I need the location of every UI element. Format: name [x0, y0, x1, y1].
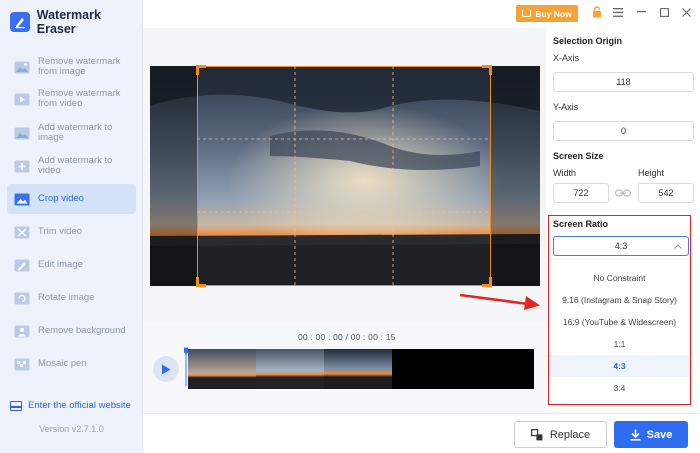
y-axis-input[interactable]: 0	[553, 121, 694, 141]
sidebar-item-label: Mosaic pen	[38, 358, 87, 369]
play-button[interactable]	[153, 356, 179, 382]
screen-ratio-select[interactable]: 4:3	[553, 236, 689, 256]
sidebar-item-remove-watermark-from-video[interactable]: Remove watermark from video	[7, 84, 136, 114]
red-arrow-annotation	[459, 293, 540, 310]
sidebar-item-label: Remove watermark from image	[38, 56, 121, 77]
sidebar-item-mosaic-pen[interactable]: Mosaic pen	[7, 349, 136, 379]
replace-icon	[530, 428, 543, 440]
sidebar-item-label: Edit image	[38, 259, 83, 270]
sidebar-item-label: Remove background	[38, 325, 126, 336]
sidebar-item-edit-image[interactable]: Edit image	[7, 250, 136, 280]
video-eraser-icon	[14, 93, 30, 106]
crop-video-icon	[14, 193, 30, 206]
mosaic-pen-icon	[14, 358, 30, 371]
sidebar-item-crop-video[interactable]: Crop video	[7, 184, 136, 214]
crop-handle-bottom-right[interactable]	[482, 277, 492, 287]
sidebar-item-label: Crop video	[38, 193, 84, 204]
official-website-label: Enter the official website	[28, 400, 131, 411]
timeline-thumbnail	[188, 349, 256, 389]
minimize-icon[interactable]	[634, 5, 648, 19]
brand: Watermark Eraser	[10, 8, 142, 36]
width-label: Width	[553, 168, 577, 178]
x-axis-label: X-Axis	[553, 53, 580, 63]
lock-icon[interactable]	[590, 5, 604, 19]
crop-grid	[197, 66, 491, 286]
sidebar-item-remove-watermark-from-image[interactable]: Remove watermark from image	[7, 52, 136, 82]
sidebar-item-trim-video[interactable]: Trim video	[7, 217, 136, 247]
sidebar-item-remove-background[interactable]: Remove background	[7, 316, 136, 346]
sidebar-item-label: Remove watermark from video	[38, 88, 121, 109]
sidebar-item-rotate-image[interactable]: Rotate image	[7, 283, 136, 313]
close-icon[interactable]	[679, 5, 693, 19]
sidebar-item-label: Rotate image	[38, 292, 95, 303]
download-icon	[630, 429, 641, 441]
image-add-icon	[14, 127, 30, 140]
sidebar: Watermark Eraser Remove watermark from i…	[0, 0, 143, 453]
crop-shade-left	[150, 66, 197, 286]
height-input[interactable]: 542	[638, 183, 694, 203]
version-text: Version v2.7.1.0	[39, 424, 104, 434]
crop-shade-right	[491, 66, 540, 286]
ratio-option[interactable]: 9:16 (Instagram & Snap Story)	[549, 289, 690, 311]
save-label: Save	[646, 428, 673, 441]
screen-ratio-value: 4:3	[614, 241, 628, 251]
rotate-image-icon	[14, 292, 30, 305]
ratio-option[interactable]: 3:4	[549, 377, 690, 399]
ratio-option[interactable]: 1:1	[549, 333, 690, 355]
replace-button[interactable]: Replace	[514, 421, 607, 448]
sidebar-item-label: Trim video	[38, 226, 82, 237]
edit-image-icon	[14, 259, 30, 272]
selection-origin-title: Selection Origin	[553, 36, 623, 46]
app-title: Watermark Eraser	[36, 8, 101, 36]
screen-ratio-dropdown: No Constraint 9:16 (Instagram & Snap Stor…	[549, 260, 690, 404]
time-display: 00 : 00 : 00 / 00 : 00 : 15	[298, 332, 396, 342]
sidebar-item-label: Add watermark to image	[38, 122, 113, 143]
crop-handle-top-left[interactable]	[196, 65, 206, 75]
replace-label: Replace	[549, 428, 591, 441]
save-button[interactable]: Save	[614, 421, 688, 448]
app-logo-icon	[10, 12, 30, 32]
ratio-option[interactable]: 4:3	[549, 355, 690, 377]
image-eraser-icon	[14, 61, 30, 74]
ratio-option[interactable]: No Constraint	[549, 267, 690, 289]
crop-handle-bottom-left[interactable]	[196, 277, 206, 287]
timeline-thumbnail	[324, 349, 392, 389]
cart-icon	[522, 10, 532, 17]
ratio-option[interactable]: 16:9 (YouTube & Widescreen)	[549, 311, 690, 333]
timeline-thumbnail	[256, 349, 324, 389]
crop-handle-top-right[interactable]	[482, 65, 492, 75]
y-axis-label: Y-Axis	[553, 102, 579, 112]
screen-ratio-title: Screen Ratio	[553, 219, 609, 229]
screen-size-title: Screen Size	[553, 151, 604, 161]
official-website-link[interactable]: Enter the official website	[10, 400, 131, 411]
buy-now-button[interactable]: Buy Now	[516, 5, 578, 22]
playhead[interactable]	[184, 338, 188, 396]
buy-now-label: Buy Now	[535, 8, 572, 19]
sidebar-item-add-watermark-to-image[interactable]: Add watermark to image	[7, 118, 136, 148]
timeline-track[interactable]	[188, 349, 534, 389]
width-input[interactable]: 722	[553, 183, 609, 203]
height-label: Height	[638, 168, 665, 178]
remove-background-icon	[14, 325, 30, 338]
sidebar-item-label: Add watermark to video	[38, 155, 113, 176]
maximize-icon[interactable]	[657, 5, 671, 19]
trim-video-icon	[14, 226, 30, 239]
link-icon[interactable]	[615, 188, 631, 201]
sidebar-item-add-watermark-to-video[interactable]: Add watermark to video	[7, 151, 136, 181]
video-add-icon	[14, 160, 30, 173]
crop-selection-box[interactable]	[196, 65, 492, 287]
chevron-up-icon	[674, 244, 682, 249]
play-icon	[162, 364, 171, 374]
x-axis-input[interactable]: 118	[553, 72, 694, 92]
monitor-icon	[10, 400, 22, 411]
menu-icon[interactable]	[611, 5, 625, 19]
